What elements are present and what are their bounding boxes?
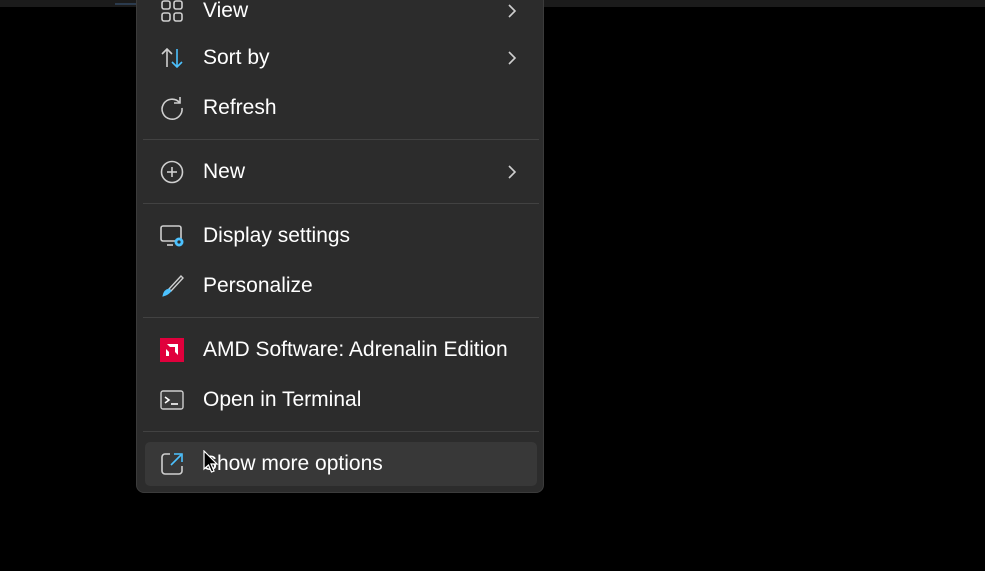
chevron-right-icon: [508, 4, 517, 18]
refresh-icon: [161, 97, 183, 120]
menu-separator: [143, 317, 539, 318]
mouse-cursor-icon: [203, 450, 219, 473]
menu-item-label: AMD Software: Adrenalin Edition: [203, 338, 508, 361]
chevron-right-icon: [508, 51, 517, 65]
menu-item-label: Open in Terminal: [203, 388, 362, 411]
menu-separator: [143, 431, 539, 432]
view-grid-icon: [161, 0, 183, 22]
display-settings-icon: [160, 225, 184, 247]
menu-separator: [143, 203, 539, 204]
menu-item-display-settings[interactable]: Display settings: [145, 214, 537, 258]
menu-item-label: New: [203, 160, 246, 183]
menu-item-open-in-terminal[interactable]: Open in Terminal: [145, 378, 537, 422]
amd-logo-icon: [160, 338, 184, 362]
chevron-right-icon: [508, 165, 517, 179]
menu-item-label: Show more options: [203, 452, 383, 475]
menu-item-label: View: [203, 0, 249, 22]
menu-item-amd-software[interactable]: AMD Software: Adrenalin Edition: [145, 328, 537, 372]
terminal-icon: [160, 390, 184, 410]
desktop-context-menu: View Sort by Refresh New Display setting…: [136, 0, 544, 493]
menu-item-new[interactable]: New: [145, 150, 537, 194]
menu-item-view[interactable]: View: [145, 0, 537, 33]
menu-item-sort-by[interactable]: Sort by: [145, 36, 537, 80]
brush-icon: [162, 274, 184, 297]
menu-item-label: Refresh: [203, 96, 277, 119]
menu-item-label: Display settings: [203, 224, 351, 247]
menu-separator: [143, 139, 539, 140]
show-more-options-icon: [161, 453, 183, 475]
menu-item-refresh[interactable]: Refresh: [145, 86, 537, 130]
menu-item-personalize[interactable]: Personalize: [145, 264, 537, 308]
menu-item-label: Sort by: [203, 46, 270, 69]
menu-item-label: Personalize: [203, 274, 313, 297]
sort-arrows-icon: [161, 47, 183, 69]
plus-circle-icon: [160, 160, 184, 184]
